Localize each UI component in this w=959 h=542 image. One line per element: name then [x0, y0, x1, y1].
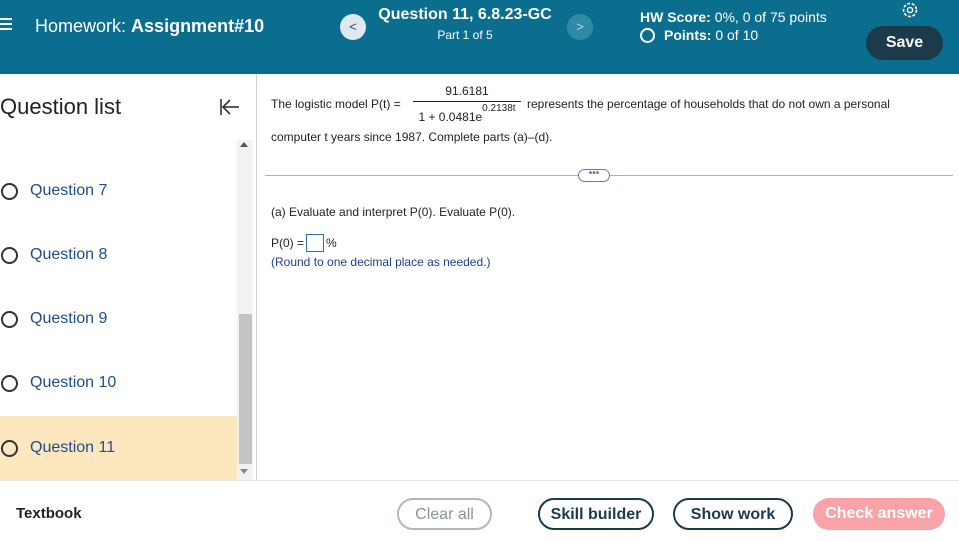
fraction-denominator: 1 + 0.0481e0.2138t [413, 103, 521, 124]
homework-label: Homework: [35, 16, 127, 36]
next-question-button[interactable]: > [567, 14, 593, 40]
question-status-icon [1, 182, 18, 200]
question-item-label: Question 8 [30, 246, 108, 263]
hw-score-value: 0%, 0 of 75 points [714, 9, 827, 25]
points-label: Points: [664, 27, 712, 43]
denominator-exponent: 0.2138t [482, 103, 516, 114]
scroll-down-arrow-icon[interactable] [240, 469, 248, 474]
show-work-button[interactable]: Show work [673, 498, 793, 530]
question-list-sidebar: Question list Question 7 Question 8 Ques… [0, 74, 256, 480]
top-header: Homework: Assignment#10 < Question 11, 6… [0, 0, 959, 74]
model-intro: The logistic model P(t) = [271, 97, 401, 111]
question-list-item[interactable]: Question 10 [0, 351, 237, 415]
question-item-label: Question 11 [30, 439, 116, 456]
question-list-item[interactable]: Question 7 [0, 159, 237, 223]
question-status-icon [1, 310, 18, 328]
fraction-numerator: 91.6181 [445, 84, 489, 98]
menu-icon[interactable] [0, 18, 14, 32]
model-fraction: 91.6181 1 + 0.0481e0.2138t [413, 84, 521, 124]
clear-all-button[interactable]: Clear all [397, 498, 492, 530]
check-answer-button[interactable]: Check answer [813, 498, 945, 530]
question-list-item[interactable]: Question 8 [0, 223, 237, 287]
points-circle-icon [640, 27, 655, 43]
points-value: 0 of 10 [715, 27, 759, 43]
answer-input[interactable] [306, 234, 325, 252]
question-item-label: Question 10 [30, 374, 117, 391]
model-description: represents the percentage of households … [527, 97, 890, 111]
answer-prefix: P(0) = [271, 236, 305, 250]
hw-score-label: HW Score: [640, 9, 711, 25]
fraction-bar [413, 101, 521, 102]
save-button[interactable]: Save [866, 26, 943, 60]
part-a-prompt: (a) Evaluate and interpret P(0). Evaluat… [271, 205, 516, 219]
question-item-label: Question 7 [30, 182, 108, 199]
question-part: Part 1 of 5 [437, 28, 493, 42]
question-list-title: Question list [0, 94, 122, 119]
question-list-item-active[interactable]: Question 11 [0, 416, 237, 480]
scroll-up-arrow-icon[interactable] [240, 142, 248, 147]
question-list-item[interactable]: Question 9 [0, 287, 237, 351]
points-row: Points: 0 of 10 [640, 27, 758, 43]
gear-icon[interactable] [900, 0, 920, 20]
textbook-link[interactable]: Textbook [16, 505, 82, 522]
hw-score: HW Score: 0%, 0 of 75 points [640, 9, 827, 25]
question-status-icon [1, 246, 18, 264]
bottom-toolbar: Textbook Clear all Skill builder Show wo… [0, 480, 959, 542]
sidebar-divider [256, 74, 257, 480]
question-item-label: Question 9 [30, 310, 108, 327]
collapse-sidebar-icon[interactable] [218, 97, 242, 117]
expand-more-button[interactable]: ••• [578, 169, 610, 182]
question-title: Question 11, 6.8.23-GC [378, 6, 552, 23]
rounding-instruction: (Round to one decimal place as needed.) [271, 255, 491, 269]
question-status-icon [1, 374, 18, 392]
denominator-base: 1 + 0.0481e [418, 110, 483, 124]
homework-name: Assignment#10 [131, 16, 265, 36]
sidebar-scroll-thumb[interactable] [239, 314, 252, 464]
answer-row: P(0) = % [271, 234, 337, 252]
question-status-icon [1, 439, 18, 457]
answer-suffix: % [326, 236, 337, 250]
homework-title: Homework: Assignment#10 [35, 16, 264, 37]
skill-builder-button[interactable]: Skill builder [538, 498, 654, 530]
problem-line-2: computer t years since 1987. Complete pa… [271, 130, 553, 144]
